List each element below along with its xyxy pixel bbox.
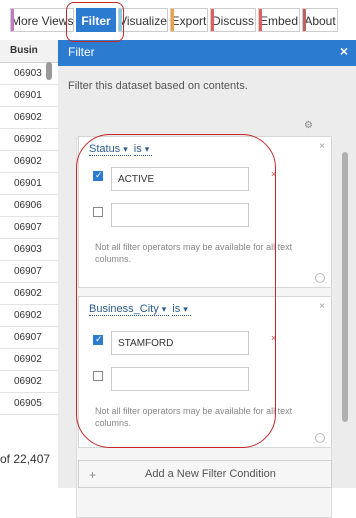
add-filter-condition-button[interactable]: + Add a New Filter Condition — [78, 460, 332, 488]
panel-scrollbar[interactable] — [342, 152, 348, 422]
value-checkbox[interactable] — [93, 334, 103, 345]
tab-accent — [171, 9, 174, 31]
value-input[interactable]: ACTIVE — [111, 167, 249, 191]
tab-visualize[interactable]: Visualize — [118, 8, 168, 32]
table-cell[interactable]: 06907 — [0, 217, 58, 239]
table-cell[interactable]: 06901 — [0, 173, 58, 195]
tab-label: Discuss — [211, 14, 254, 28]
tab-accent — [211, 9, 214, 31]
value-checkbox[interactable] — [93, 371, 103, 381]
tab-filter[interactable]: Filter — [76, 8, 116, 32]
caret-down-icon: ▾ — [161, 304, 167, 314]
tab-more-views[interactable]: More Views — [10, 8, 74, 32]
table-column-header[interactable]: Busin — [0, 40, 58, 63]
table-cell[interactable]: 06907 — [0, 261, 58, 283]
tab-discuss[interactable]: Discuss — [210, 8, 256, 32]
table-cell[interactable]: 06905 — [0, 393, 58, 415]
table-cell[interactable]: 06903 — [0, 239, 58, 261]
tab-accent — [119, 9, 122, 31]
column-select[interactable]: Business_City ▾ — [89, 303, 170, 316]
condition-header: Status ▾ is ▾ — [89, 143, 153, 156]
filter-panel-title: Filter — [68, 45, 95, 59]
tab-embed[interactable]: Embed — [258, 8, 300, 32]
table-cell[interactable]: 06902 — [0, 129, 58, 151]
column-select[interactable]: Status ▾ — [89, 143, 131, 156]
tab-label: About — [304, 14, 336, 28]
caret-down-icon: ▾ — [183, 304, 188, 314]
tab-label: Visualize — [119, 14, 167, 28]
tab-label: Filter — [81, 14, 111, 28]
operator-select[interactable]: is ▾ — [172, 303, 191, 316]
filter-panel-header: Filter × — [58, 40, 356, 66]
tab-label: Embed — [259, 14, 299, 28]
column-name: Status — [89, 143, 121, 155]
column-name: Business_City — [89, 303, 159, 315]
operator-name: is — [133, 143, 142, 155]
remove-condition-icon[interactable]: × — [319, 141, 325, 152]
remove-value-icon[interactable]: × — [271, 169, 276, 179]
filter-panel: Filter × Filter this dataset based on co… — [58, 40, 356, 518]
table-cell[interactable]: 06906 — [0, 195, 58, 217]
plus-icon: + — [89, 468, 97, 482]
filter-condition: × Status▾ is▾ ACTIVE × Not all filter op… — [78, 136, 332, 288]
table-cell[interactable]: 06902 — [0, 107, 58, 129]
tab-accent — [259, 9, 262, 31]
condition-header: Business_City ▾ is ▾ — [89, 303, 191, 316]
tab-accent — [303, 9, 306, 31]
operator-name: is — [172, 303, 181, 315]
row-count: of 22,407 — [0, 452, 51, 466]
caret-down-icon: ▾ — [144, 144, 150, 154]
tab-export[interactable]: Export — [170, 8, 208, 32]
close-icon[interactable]: × — [340, 43, 348, 59]
tab-label: More Views — [11, 14, 74, 28]
operator-note: Not all filter operators may be availabl… — [95, 242, 293, 264]
tab-bar: More Views Filter Visualize Export Discu… — [0, 0, 356, 40]
table-cell[interactable]: 06902 — [0, 349, 58, 371]
filter-condition: × Business_City▾ is▾ STAMFORD × Not all … — [78, 296, 332, 448]
condition-toggle[interactable] — [315, 433, 325, 443]
tab-accent — [11, 9, 14, 31]
operator-note: Not all filter operators may be availabl… — [95, 406, 293, 428]
remove-condition-icon[interactable]: × — [319, 301, 325, 312]
table-cell[interactable]: 06901 — [0, 85, 58, 107]
tab-about[interactable]: About — [302, 8, 338, 32]
tab-label: Export — [171, 14, 207, 28]
value-checkbox[interactable] — [93, 170, 103, 181]
condition-toggle[interactable] — [315, 273, 325, 283]
caret-down-icon: ▾ — [123, 144, 128, 154]
add-filter-condition-label: Add a New Filter Condition — [145, 468, 276, 480]
data-table: Busin 06903 06901 06902 06902 06902 0690… — [0, 40, 59, 488]
remove-value-icon[interactable]: × — [271, 333, 276, 343]
table-scrollbar[interactable] — [46, 62, 52, 80]
operator-select[interactable]: is ▾ — [133, 143, 153, 156]
table-cell[interactable]: 06902 — [0, 283, 58, 305]
value-input[interactable]: STAMFORD — [111, 331, 249, 355]
value-checkbox[interactable] — [93, 207, 103, 217]
filter-description: Filter this dataset based on contents. — [68, 80, 248, 92]
table-cell[interactable]: 06902 — [0, 305, 58, 327]
table-cell[interactable]: 06902 — [0, 151, 58, 173]
table-cell[interactable]: 06902 — [0, 371, 58, 393]
gear-icon[interactable]: ⚙ — [304, 120, 313, 131]
table-cell[interactable]: 06907 — [0, 327, 58, 349]
value-input[interactable] — [111, 367, 249, 391]
value-input[interactable] — [111, 203, 249, 227]
